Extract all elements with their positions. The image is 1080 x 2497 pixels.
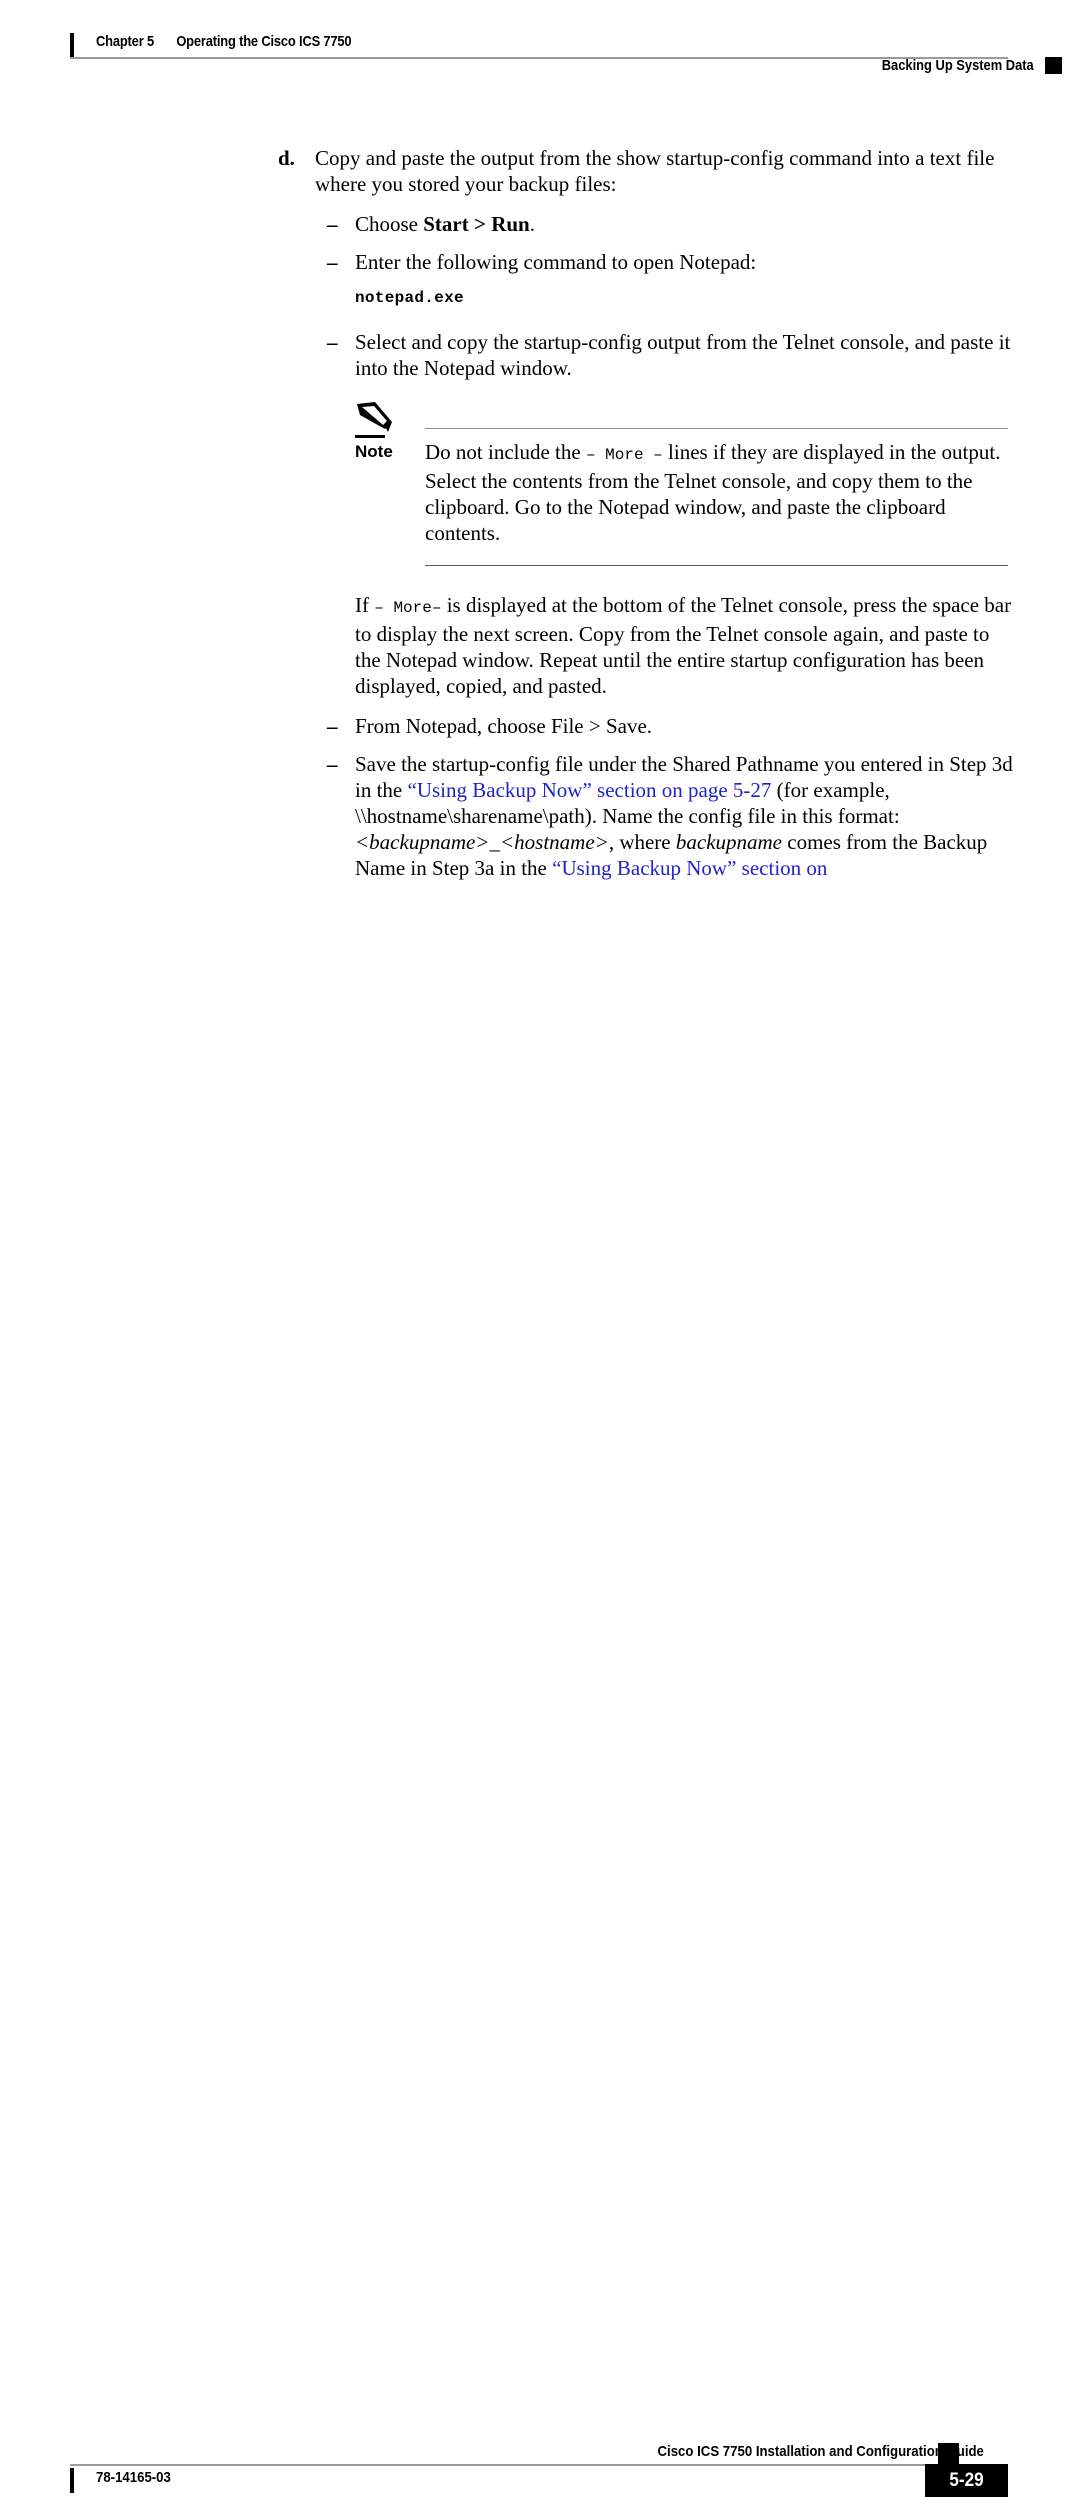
note-text-mono: – More – [585, 446, 663, 464]
paragraph-more-prompt: If – More– is displayed at the bottom of… [355, 592, 1018, 699]
paragraph-part1: If [355, 593, 375, 617]
header-chapter-number: Chapter 5 [96, 33, 154, 50]
footer-guide-title: Cisco ICS 7750 Installation and Configur… [657, 2443, 984, 2460]
header-left-tick [70, 33, 74, 57]
document-body: d. Copy and paste the output from the sh… [0, 145, 1080, 881]
bullet-dash-icon: – [327, 212, 338, 236]
note-rule-bottom [425, 565, 1008, 566]
bullet-choose-start-run: – Choose Start > Run. [315, 211, 1018, 237]
header-rule [70, 57, 1008, 59]
note-text-part1: Do not include the [425, 440, 586, 464]
footer-rule [70, 2464, 938, 2466]
bullet-text-prefix: Choose [355, 212, 424, 236]
final-bullet-seg3: , where [608, 830, 676, 854]
header-chapter-title: Operating the Cisco ICS 7750 [176, 33, 352, 50]
bullet-dash-icon: – [327, 752, 338, 776]
header-chapter: Chapter 5 Operating the Cisco ICS 7750 [96, 33, 352, 50]
link-using-backup-now-section[interactable]: “Using Backup Now” section on [552, 856, 827, 880]
header-running-head: Backing Up System Data [882, 57, 1034, 74]
bullet-text: Enter the following command to open Note… [355, 250, 757, 274]
step-marker: d. [278, 146, 295, 170]
bullet-save-startup-config: – Save the startup-config file under the… [315, 751, 1018, 881]
footer-page-number: 5-29 [949, 2470, 984, 2491]
final-bullet-italic-backupname: backupname [675, 830, 783, 854]
step-item-d: d. Copy and paste the output from the sh… [0, 145, 1080, 197]
bullet-text-suffix: . [529, 212, 535, 236]
page-footer: Cisco ICS 7750 Installation and Configur… [0, 1215, 1080, 2497]
note-text: Do not include the – More – lines if the… [425, 439, 1005, 546]
bullet-text: Select and copy the startup-config outpu… [355, 330, 1011, 380]
footer-document-number: 78-14165-03 [96, 2469, 171, 2486]
step-text: Copy and paste the output from the show … [315, 146, 995, 196]
bullet-text: From Notepad, choose File > Save. [355, 714, 653, 738]
final-bullet-italic-format: <backupname>_<hostname> [355, 830, 609, 854]
footer-page-number-box: 5-29 [925, 2464, 1008, 2497]
bullet-enter-command: – Enter the following command to open No… [315, 249, 1018, 275]
note-block: Note Do not include the – More – lines i… [355, 401, 1008, 566]
command-notepad-exe: notepad.exe [355, 289, 464, 307]
bullet-dash-icon: – [327, 250, 338, 274]
bullet-from-notepad-save: – From Notepad, choose File > Save. [315, 713, 1018, 739]
bullet-dash-icon: – [327, 330, 338, 354]
header-square-marker [1045, 57, 1062, 74]
note-body: Note Do not include the – More – lines i… [355, 401, 1008, 566]
link-using-backup-now-page-5-27[interactable]: “Using Backup Now” section on page 5-27 [408, 778, 772, 802]
footer-left-tick [70, 2468, 74, 2493]
footer-square-marker [938, 2443, 959, 2464]
bullet-text-bold: Start > Run [423, 212, 530, 236]
note-label: Note [355, 442, 393, 461]
page-header: Chapter 5 Operating the Cisco ICS 7750 Ba… [0, 0, 1080, 90]
bullet-select-copy: – Select and copy the startup-config out… [315, 329, 1018, 381]
bullet-dash-icon: – [327, 714, 338, 738]
paragraph-mono: – More– [374, 599, 442, 617]
paragraph-part2: is displayed at the bottom of the Telnet… [355, 593, 1012, 698]
